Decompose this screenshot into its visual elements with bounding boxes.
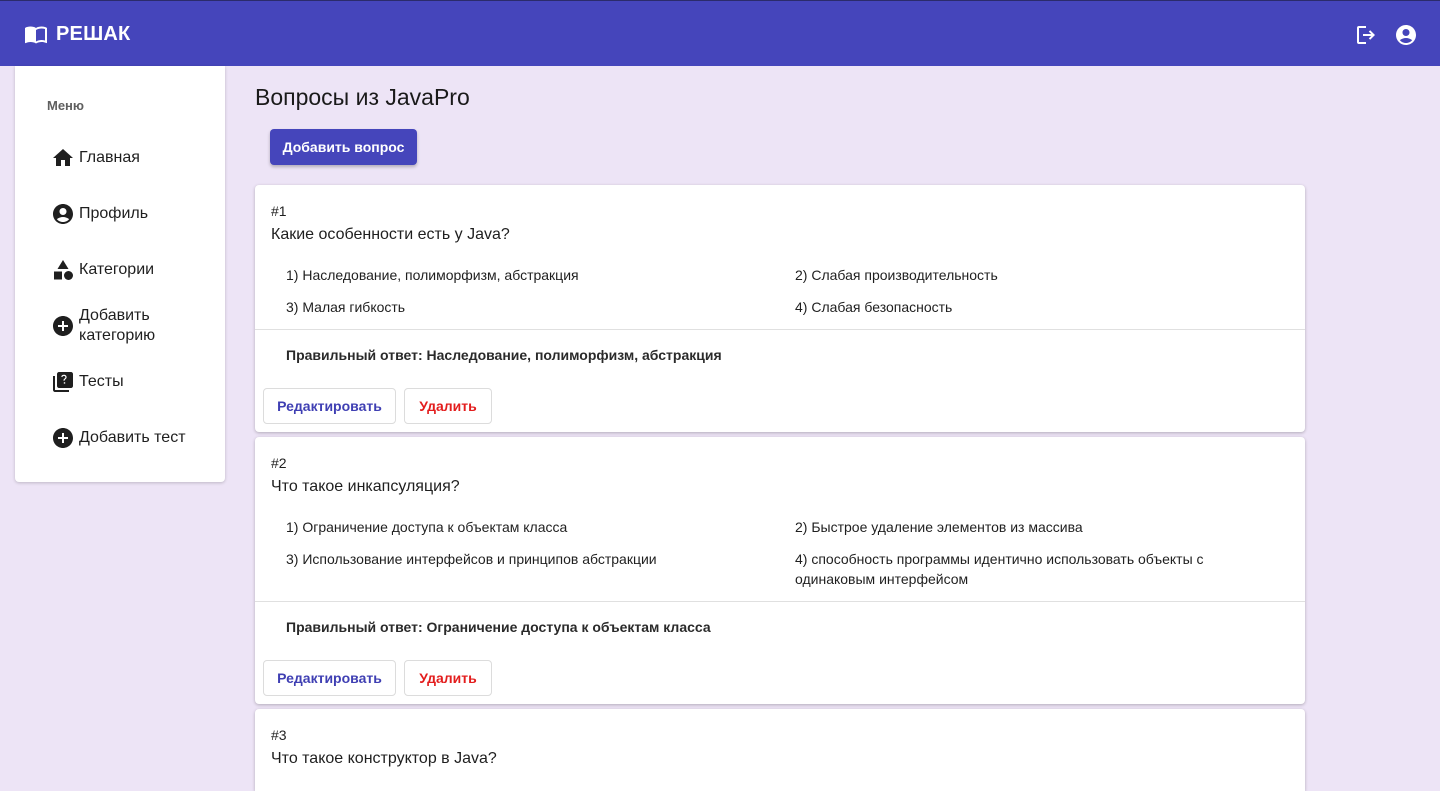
answer-option: 2) Слабая производительность xyxy=(795,267,998,283)
question-text: Что такое конструктор в Java? xyxy=(271,750,497,767)
edit-button[interactable]: Редактировать xyxy=(263,660,396,696)
divider xyxy=(255,601,1305,602)
logout-icon[interactable] xyxy=(1354,23,1378,47)
sidebar-item-tests[interactable]: Тесты xyxy=(51,370,209,394)
sidebar-item-home[interactable]: Главная xyxy=(51,146,209,170)
question-number: #2 xyxy=(271,455,287,471)
question-number: #3 xyxy=(271,727,287,743)
account-circle-icon[interactable] xyxy=(1394,23,1418,47)
correct-answer: Правильный ответ: Наследование, полиморф… xyxy=(286,347,722,363)
question-card: #3 Что такое конструктор в Java? xyxy=(255,709,1305,791)
page-title: Вопросы из JavaPro xyxy=(255,84,470,110)
quiz-icon xyxy=(51,370,75,394)
add-circle-icon xyxy=(51,314,75,338)
answer-option: 3) Использование интерфейсов и принципов… xyxy=(286,551,657,567)
question-card: #1 Какие особенности есть у Java? 1) Нас… xyxy=(255,185,1305,432)
top-app-bar: РЕШАК xyxy=(0,0,1440,66)
sidebar-item-label: Тесты xyxy=(79,373,124,390)
sidebar-item-label: Профиль xyxy=(79,205,149,222)
sidebar-menu: Меню Главная Профиль Категории Добавить … xyxy=(15,66,225,482)
shapes-icon xyxy=(51,258,75,282)
add-circle-icon xyxy=(51,426,75,450)
question-number: #1 xyxy=(271,203,287,219)
answer-option: 4) способность программы идентично испол… xyxy=(795,551,1204,587)
sidebar-item-categories[interactable]: Категории xyxy=(51,258,209,282)
sidebar-item-label: Категории xyxy=(79,261,155,278)
answer-option: 2) Быстрое удаление элементов из массива xyxy=(795,519,1083,535)
edit-button[interactable]: Редактировать xyxy=(263,388,396,424)
sidebar-item-add-category[interactable]: Добавить категорию xyxy=(51,304,209,346)
sidebar-item-label: Добавить тест xyxy=(79,429,186,446)
question-text: Что такое инкапсуляция? xyxy=(271,478,460,495)
open-book-icon xyxy=(24,22,48,46)
sidebar-item-label: Добавить категорию xyxy=(79,307,156,344)
menu-title: Меню xyxy=(47,98,85,113)
question-text: Какие особенности есть у Java? xyxy=(271,226,510,243)
divider xyxy=(255,329,1305,330)
correct-answer: Правильный ответ: Ограничение доступа к … xyxy=(286,619,711,635)
delete-button[interactable]: Удалить xyxy=(404,388,492,424)
sidebar-item-add-test[interactable]: Добавить тест xyxy=(51,426,209,450)
brand[interactable]: РЕШАК xyxy=(24,22,130,46)
top-actions xyxy=(1354,23,1418,47)
add-question-button[interactable]: Добавить вопрос xyxy=(270,129,417,165)
home-icon xyxy=(51,146,75,170)
answer-option: 1) Наследование, полиморфизм, абстракция xyxy=(286,267,579,283)
answer-option: 3) Малая гибкость xyxy=(286,299,406,315)
question-card: #2 Что такое инкапсуляция? 1) Ограничени… xyxy=(255,437,1305,704)
answer-option: 1) Ограничение доступа к объектам класса xyxy=(286,519,568,535)
delete-button[interactable]: Удалить xyxy=(404,660,492,696)
app-title: РЕШАК xyxy=(56,22,131,45)
sidebar-item-label: Главная xyxy=(79,149,140,166)
answer-option: 4) Слабая безопасность xyxy=(795,299,953,315)
sidebar-item-profile[interactable]: Профиль xyxy=(51,202,209,226)
account-circle-icon xyxy=(51,202,75,226)
